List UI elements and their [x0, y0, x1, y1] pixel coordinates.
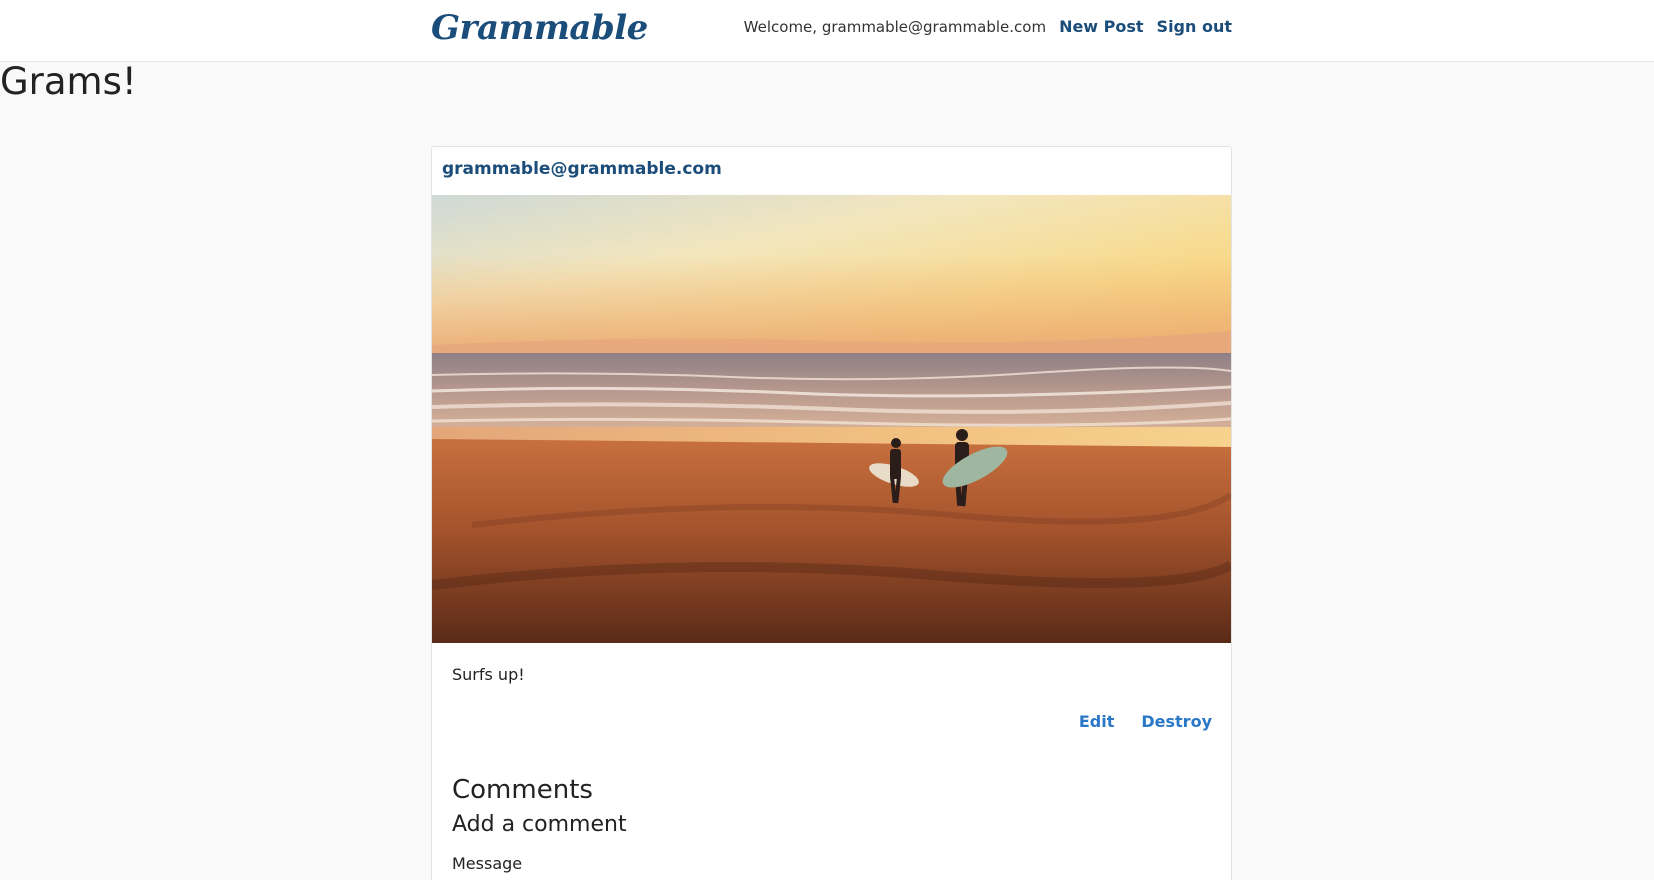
gram-actions: Edit Destroy	[1079, 712, 1212, 731]
nav-right: Welcome, grammable@grammable.com New Pos…	[744, 17, 1232, 36]
gram-author-link[interactable]: grammable@grammable.com	[442, 159, 722, 179]
message-label: Message	[452, 854, 523, 873]
sign-out-link[interactable]: Sign out	[1157, 17, 1232, 36]
page-title: Grams!	[0, 60, 137, 103]
new-post-link[interactable]: New Post	[1059, 17, 1143, 36]
gram-photo	[432, 195, 1231, 643]
gram-caption: Surfs up!	[452, 665, 525, 684]
comments-heading: Comments	[452, 775, 593, 805]
brand-logo[interactable]: Grammable	[431, 8, 648, 48]
top-navbar: Grammable Welcome, grammable@grammable.c…	[0, 0, 1654, 62]
beach-sunset-image	[432, 195, 1231, 643]
gram-card: grammable@grammable.com Surfs up! Edit D…	[431, 146, 1232, 880]
add-comment-heading: Add a comment	[452, 812, 627, 837]
welcome-text: Welcome, grammable@grammable.com	[743, 18, 1047, 36]
destroy-link[interactable]: Destroy	[1141, 712, 1212, 731]
edit-link[interactable]: Edit	[1079, 712, 1115, 731]
